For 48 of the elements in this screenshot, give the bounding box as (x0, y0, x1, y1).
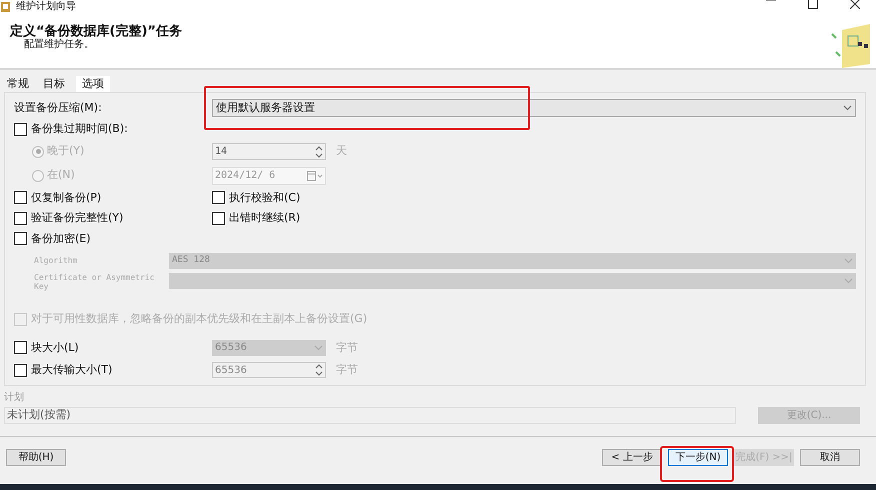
unit-label: 字节 (336, 362, 358, 378)
number-field[interactable]: 14 (212, 143, 326, 160)
checkbox[interactable] (14, 364, 27, 377)
tab[interactable]: 目标 (40, 76, 68, 92)
field-label: Certificate or Asymmetric Key (33, 273, 156, 291)
compression-dropdown[interactable]: 使用默认服务器设置 (212, 99, 856, 117)
close-icon (850, 0, 860, 9)
radio-button[interactable] (32, 170, 44, 182)
caret-icon (314, 344, 323, 351)
wizard-button[interactable]: < 上一步 (602, 449, 662, 466)
section-label: 计划 (4, 390, 25, 405)
checkbox-label: 备份集过期时间(B): (31, 121, 128, 137)
radio-button[interactable] (32, 146, 44, 158)
spin-arrows-icon[interactable] (315, 146, 323, 158)
checkbox[interactable] (14, 341, 27, 354)
checkbox[interactable] (212, 191, 225, 204)
field-label: 设置备份压缩(M): (14, 100, 103, 116)
checkbox-label: 出错时继续(R) (229, 210, 300, 226)
checkbox[interactable] (212, 212, 225, 225)
caret-icon (844, 278, 853, 284)
field-label: Algorithm (33, 255, 78, 267)
checkbox-label: 最大传输大小(T) (31, 362, 112, 378)
caret-icon (844, 258, 853, 264)
checkbox-label: 验证备份完整性(Y) (31, 210, 124, 226)
help-button[interactable]: 帮助(H) (6, 449, 66, 466)
caret-icon (843, 105, 852, 111)
page-title: 定义“备份数据库(完整)”任务 (10, 24, 182, 39)
tab[interactable]: 常规 (4, 76, 32, 92)
checkbox-label: 仅复制备份(P) (31, 190, 102, 206)
checkbox-label: 备份加密(E) (31, 230, 91, 246)
unit-label: 天 (336, 143, 347, 160)
maximize-icon (808, 0, 818, 9)
checkbox[interactable] (14, 212, 27, 225)
window-title: 维护计划向导 (16, 2, 76, 12)
checkbox[interactable] (14, 191, 27, 204)
radio-label: 在(N) (47, 167, 75, 184)
checkbox[interactable] (14, 232, 27, 246)
checkbox[interactable] (14, 122, 27, 136)
checkbox-label: 块大小(L) (31, 340, 79, 356)
unit-label: 字节 (336, 340, 358, 356)
wizard-button[interactable]: 下一步(N) (668, 449, 728, 466)
spin-arrows-icon[interactable] (315, 364, 323, 376)
checkbox-label: 执行校验和(C) (229, 190, 300, 206)
tab[interactable]: 选项 (76, 76, 110, 92)
radio-label: 晚于(Y) (47, 143, 84, 160)
checkbox-label: 对于可用性数据库，忽略备份的副本优先级和在主副本上备份设置(G) (31, 311, 368, 327)
wizard-button[interactable]: 取消 (800, 449, 860, 466)
page-subtitle: 配置维护任务。 (23, 39, 95, 51)
